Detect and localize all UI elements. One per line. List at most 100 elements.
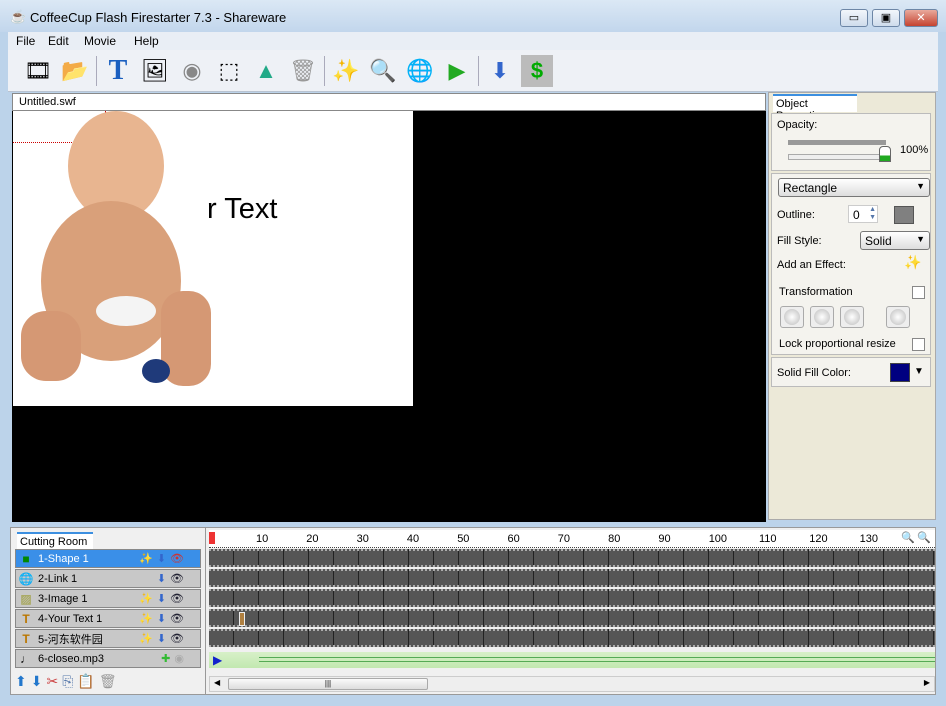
- zoom-in-icon[interactable]: 🔍: [901, 531, 915, 544]
- layer-row[interactable]: ▨ 3-Image 1 ✨ ⬇ 👁: [15, 589, 201, 608]
- speaker-icon[interactable]: ◉: [174, 652, 184, 665]
- outline-stepper[interactable]: 0 ▲ ▼: [848, 205, 878, 223]
- scroll-thumb[interactable]: |||: [228, 678, 428, 690]
- opacity-section: Opacity: 100%: [771, 113, 931, 171]
- baby-image[interactable]: [21, 111, 211, 391]
- maximize-button[interactable]: ▣: [872, 9, 900, 27]
- zoom-out-icon[interactable]: 🔍: [917, 531, 931, 544]
- ruler-tick-label: 20: [306, 533, 319, 545]
- shape-dropdown[interactable]: Rectangle ▼: [778, 178, 930, 197]
- tab-cutting-room[interactable]: Cutting Room: [17, 532, 93, 550]
- effect-icon[interactable]: ✨: [139, 552, 153, 565]
- add-image-button[interactable]: 🖼: [139, 55, 171, 87]
- move-up-icon[interactable]: ⬆: [15, 673, 27, 690]
- close-button[interactable]: ✕: [904, 9, 938, 27]
- timeline-track[interactable]: [209, 609, 935, 627]
- move-down-icon[interactable]: ⬇: [31, 673, 43, 690]
- movie-canvas[interactable]: r Text: [13, 111, 413, 406]
- export-layer-icon[interactable]: ⬇: [157, 632, 166, 645]
- scroll-left-arrow[interactable]: ◀: [214, 678, 220, 687]
- playhead-marker[interactable]: [209, 532, 215, 544]
- layer-row[interactable]: T 4-Your Text 1 ✨ ⬇ 👁: [15, 609, 201, 628]
- effect-icon[interactable]: ✨: [139, 612, 153, 625]
- cut-icon[interactable]: ✂: [46, 673, 58, 690]
- fill-style-dropdown[interactable]: Solid ▼: [860, 231, 930, 250]
- title-bar: ☕ CoffeeCup Flash Firestarter 7.3 - Shar…: [0, 0, 946, 32]
- select-button[interactable]: ⬚: [213, 55, 245, 87]
- export-button[interactable]: ⬇: [484, 55, 516, 87]
- effect-icon[interactable]: ✨: [139, 592, 153, 605]
- ruler-tick-label: 110: [759, 533, 777, 545]
- new-movie-button[interactable]: 🎞: [22, 55, 54, 87]
- visibility-eye-icon[interactable]: 👁: [170, 632, 184, 645]
- outline-color-swatch[interactable]: [894, 206, 914, 224]
- open-button[interactable]: 📂: [59, 55, 91, 87]
- play-button[interactable]: ▶: [441, 55, 473, 87]
- lock-resize-checkbox[interactable]: [912, 338, 925, 351]
- opacity-slider-thumb[interactable]: [879, 146, 891, 162]
- shape-section: Rectangle ▼ Outline: 0 ▲ ▼ Fill Style: Soli…: [771, 173, 931, 355]
- ruler-tick-label: 70: [557, 533, 571, 545]
- ruler-tick-label: 40: [406, 533, 420, 545]
- add-shape-button[interactable]: ▲: [250, 55, 282, 87]
- timeline-scrollbar[interactable]: ◀ ||| ▶: [209, 676, 935, 692]
- fill-color-dropdown-arrow[interactable]: ▼: [914, 366, 924, 377]
- timeline-track[interactable]: [209, 549, 935, 567]
- document-tab[interactable]: Untitled.swf: [12, 93, 766, 111]
- transform-button-1[interactable]: [780, 306, 804, 328]
- add-sound-icon[interactable]: ✚: [161, 652, 170, 665]
- scroll-right-arrow[interactable]: ▶: [924, 678, 930, 687]
- publish-button[interactable]: 🌐: [404, 55, 436, 87]
- audio-play-icon[interactable]: ▶: [213, 653, 222, 667]
- buy-button[interactable]: $: [521, 54, 553, 87]
- add-text-button[interactable]: T: [102, 55, 134, 87]
- opacity-slider[interactable]: [788, 146, 891, 162]
- fill-style-label: Fill Style:: [777, 235, 822, 247]
- keyframe[interactable]: [239, 612, 245, 626]
- audio-waveform: [259, 657, 935, 662]
- minimize-button[interactable]: ▭: [840, 9, 868, 27]
- fill-color-swatch[interactable]: [890, 363, 910, 382]
- delete-layer-icon[interactable]: 🗑: [99, 673, 117, 690]
- stage[interactable]: r Text: [12, 111, 766, 522]
- timeline-track[interactable]: [209, 629, 935, 647]
- splitter[interactable]: [205, 528, 206, 694]
- menu-edit[interactable]: Edit: [48, 34, 69, 48]
- visibility-eye-icon[interactable]: 👁: [170, 552, 184, 565]
- effect-wand-icon[interactable]: ✨: [904, 254, 921, 271]
- transform-button-2[interactable]: [810, 306, 834, 328]
- stage-text[interactable]: r Text: [207, 193, 277, 226]
- visibility-eye-icon[interactable]: 👁: [170, 612, 184, 625]
- layer-row[interactable]: ♩ 6-closeo.mp3 ✚ ◉: [15, 649, 201, 668]
- effects-button[interactable]: ✨: [330, 55, 362, 87]
- transformation-checkbox[interactable]: [912, 286, 925, 299]
- menu-file[interactable]: File: [16, 34, 35, 48]
- transform-button-3[interactable]: [840, 306, 864, 328]
- paste-icon[interactable]: 📋: [77, 673, 94, 690]
- add-sound-button[interactable]: ◉: [176, 55, 208, 87]
- copy-icon[interactable]: ⎘: [62, 673, 73, 690]
- layer-row[interactable]: T 5-河东软件园 ✨ ⬇ 👁: [15, 629, 201, 648]
- audio-track[interactable]: ▶: [209, 652, 935, 668]
- effect-icon[interactable]: ✨: [139, 632, 153, 645]
- menu-help[interactable]: Help: [134, 34, 159, 48]
- tab-object-properties[interactable]: Object Properties: [773, 94, 857, 122]
- timeline-track[interactable]: [209, 589, 935, 607]
- layer-name: 3-Image 1: [38, 592, 88, 605]
- export-layer-icon[interactable]: ⬇: [157, 592, 166, 605]
- export-layer-icon[interactable]: ⬇: [157, 572, 166, 585]
- visibility-eye-icon[interactable]: 👁: [170, 592, 184, 605]
- transform-button-4[interactable]: [886, 306, 910, 328]
- layer-name: 6-closeo.mp3: [38, 652, 105, 665]
- layer-type-icon: T: [22, 611, 30, 626]
- delete-button[interactable]: 🗑: [287, 55, 319, 87]
- layer-row[interactable]: ■ 1-Shape 1 ✨ ⬇ 👁: [15, 549, 201, 568]
- timeline-track[interactable]: [209, 569, 935, 587]
- export-layer-icon[interactable]: ⬇: [157, 552, 166, 565]
- export-layer-icon[interactable]: ⬇: [157, 612, 166, 625]
- layer-row[interactable]: 🌐 2-Link 1 ⬇ 👁: [15, 569, 201, 588]
- visibility-eye-icon[interactable]: 👁: [170, 572, 184, 585]
- timeline-ruler[interactable]: 10 20 30 40 50 60 70 80 90 100 110 120 130: [209, 530, 935, 548]
- preview-button[interactable]: 🔍: [367, 55, 399, 87]
- menu-movie[interactable]: Movie: [84, 34, 116, 48]
